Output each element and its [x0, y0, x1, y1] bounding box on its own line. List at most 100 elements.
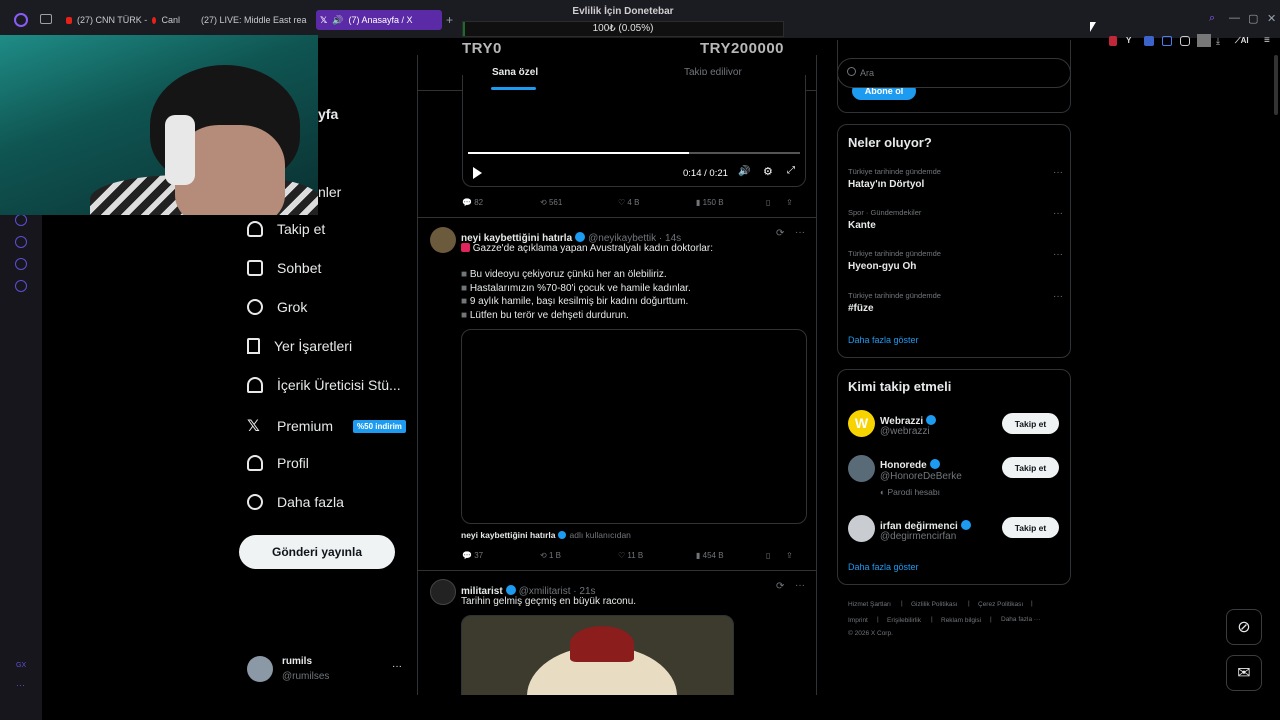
reply-button[interactable]: 💬 37 — [462, 551, 540, 560]
extension-puzzle-icon[interactable] — [1180, 36, 1190, 46]
reply-button[interactable]: 💬 82 — [462, 198, 540, 207]
tab-cnn-turk[interactable]: (27) CNN TÜRK - Canl — [62, 10, 180, 30]
nav-chat[interactable]: Sohbet — [247, 260, 321, 276]
sidebar-gx-label: GX — [16, 662, 27, 669]
nav-label: Yer İşaretleri — [274, 338, 353, 354]
bookmark-icon[interactable]: ▯ — [766, 198, 786, 207]
tweet-more-icon[interactable]: ··· — [795, 227, 805, 238]
ai-button[interactable]: ⟋AI — [1235, 36, 1249, 46]
avatar[interactable] — [430, 579, 456, 605]
share-icon[interactable]: ⇪ — [786, 551, 793, 560]
account-more-icon[interactable]: ··· — [392, 661, 402, 672]
footer-separator: | — [1031, 600, 1033, 607]
extensions-toolbar: Y ⤓ ⟋AI ≡ — [1105, 34, 1280, 50]
tweet-image[interactable] — [461, 615, 734, 695]
trend-item[interactable]: Türkiye tarihinde gündemde Hyeon-gyu Oh … — [848, 249, 1063, 272]
footer-more[interactable]: Daha fazla ··· — [1001, 616, 1040, 623]
nav-more[interactable]: Daha fazla — [247, 494, 344, 510]
grok-analyze-icon[interactable]: ⟳ — [776, 228, 784, 239]
avatar[interactable] — [848, 455, 875, 482]
bookmark-icon[interactable]: ▯ — [766, 551, 786, 560]
speaker-icon[interactable]: 🔊 — [332, 15, 343, 26]
nav-profile[interactable]: Profil — [247, 455, 309, 471]
suggestion-handle[interactable]: @degirmencirfan — [880, 531, 956, 542]
like-button[interactable]: ♡ 4 B — [618, 198, 696, 207]
nav-premium[interactable]: 𝕏 Premium %50 indirim — [247, 416, 406, 436]
play-icon[interactable] — [473, 167, 482, 179]
share-icon[interactable]: ⇪ — [786, 198, 793, 207]
search-input[interactable]: Ara — [837, 58, 1071, 88]
footer-terms[interactable]: Hizmet Şartları — [848, 601, 891, 608]
footer-separator: | — [877, 616, 879, 623]
extension-thumbnail-icon[interactable] — [1197, 34, 1211, 47]
trend-more-icon[interactable]: ··· — [1053, 167, 1063, 178]
post-button[interactable]: Gönderi yayınla — [239, 535, 395, 569]
retweet-button[interactable]: ⟲ 561 — [540, 198, 618, 207]
settings-icon[interactable]: ⚙ — [763, 165, 773, 178]
extension-translate-icon[interactable] — [1144, 36, 1154, 46]
volume-icon[interactable]: 🔊 — [738, 166, 750, 177]
avatar[interactable] — [430, 227, 456, 253]
extension-red-icon[interactable] — [1109, 36, 1117, 46]
fullscreen-icon[interactable]: ⤢ — [787, 165, 795, 176]
download-icon[interactable]: ⤓ — [1216, 36, 1220, 47]
grok-float-button[interactable]: ⊘ — [1226, 609, 1262, 645]
retweet-button[interactable]: ⟲ 1 B — [540, 551, 618, 560]
tweet-video[interactable] — [461, 329, 807, 524]
trend-more-icon[interactable]: ··· — [1053, 291, 1063, 302]
tab-x-home[interactable]: 𝕏 🔊 (7) Anasayfa / X — [316, 10, 442, 30]
follow-button[interactable]: Takip et — [1002, 457, 1059, 478]
footer-cookies[interactable]: Çerez Politikası — [978, 601, 1023, 608]
messages-float-button[interactable]: ✉ — [1226, 655, 1262, 691]
avatar[interactable] — [848, 515, 875, 542]
search-tabs-icon[interactable]: ⌕ — [1209, 12, 1215, 25]
tab-manager-icon[interactable] — [40, 14, 52, 24]
sidebar-history-icon[interactable] — [15, 236, 27, 248]
trend-more-icon[interactable]: ··· — [1053, 249, 1063, 260]
trend-more-icon[interactable]: ··· — [1053, 208, 1063, 219]
suggestion-handle[interactable]: @webrazzi — [880, 426, 930, 437]
maximize-icon[interactable]: ▢ — [1248, 12, 1258, 25]
footer-privacy[interactable]: Gizlilik Politikası — [911, 601, 958, 608]
scrollbar[interactable] — [1274, 55, 1278, 115]
who-to-follow-title: Kimi takip etmeli — [848, 379, 952, 394]
new-tab-button[interactable]: + — [446, 13, 453, 27]
nav-creator-studio[interactable]: İçerik Üreticisi Stü... — [247, 377, 401, 393]
tweet-more-icon[interactable]: ··· — [795, 580, 805, 591]
account-switcher[interactable]: rumils @rumilses ··· — [247, 655, 407, 685]
opera-logo-icon[interactable] — [14, 13, 28, 27]
nav-home-label-partial[interactable]: yfa — [318, 106, 338, 122]
trend-item[interactable]: Türkiye tarihinde gündemde #füze ··· — [848, 291, 1063, 314]
video-progress-track[interactable] — [468, 152, 800, 154]
tab-middle-east-live[interactable]: (27) LIVE: Middle East real — [192, 10, 307, 30]
nav-grok[interactable]: Grok — [247, 299, 307, 315]
grok-analyze-icon[interactable]: ⟳ — [776, 581, 784, 592]
close-icon[interactable]: ✕ — [1267, 12, 1276, 25]
views-button[interactable]: ▮ 454 B — [696, 551, 766, 560]
footer-accessibility[interactable]: Erişilebilirlik — [887, 617, 921, 624]
sidebar-settings-icon[interactable] — [15, 280, 27, 292]
views-button[interactable]: ▮ 150 B — [696, 198, 766, 207]
follow-button[interactable]: Takip et — [1002, 517, 1059, 538]
nav-bookmarks[interactable]: Yer İşaretleri — [247, 338, 352, 354]
extension-y-icon[interactable]: Y — [1126, 36, 1131, 45]
video-player[interactable]: 0:14 / 0:21 🔊 ⚙ ⤢ — [462, 75, 806, 187]
who-to-follow-show-more[interactable]: Daha fazla göster — [848, 562, 919, 572]
trend-item[interactable]: Spor · Gündemdekiler Kante ··· — [848, 208, 1063, 231]
sidebar-extensions-icon[interactable] — [15, 258, 27, 270]
nav-follow[interactable]: Takip et — [247, 221, 325, 237]
footer-imprint[interactable]: Imprint — [848, 617, 868, 624]
trend-item[interactable]: Türkiye tarihinde gündemde Hatay'ın Dört… — [848, 167, 1063, 190]
menu-icon[interactable]: ≡ — [1264, 35, 1270, 46]
follow-button[interactable]: Takip et — [1002, 413, 1059, 434]
trends-show-more[interactable]: Daha fazla göster — [848, 335, 919, 345]
minimize-icon[interactable]: — — [1229, 12, 1240, 24]
sidebar-messenger-icon[interactable] — [15, 214, 27, 226]
extension-copy-icon[interactable] — [1162, 36, 1172, 46]
like-button[interactable]: ♡ 11 B — [618, 551, 696, 560]
nav-notifications-label-partial[interactable]: nler — [318, 184, 341, 200]
suggestion-handle[interactable]: @HonoreDeBerke — [880, 471, 962, 482]
footer-ads-info[interactable]: Reklam bilgisi — [941, 617, 981, 624]
sidebar-more-icon[interactable]: ··· — [16, 680, 25, 690]
avatar[interactable]: W — [848, 410, 875, 437]
